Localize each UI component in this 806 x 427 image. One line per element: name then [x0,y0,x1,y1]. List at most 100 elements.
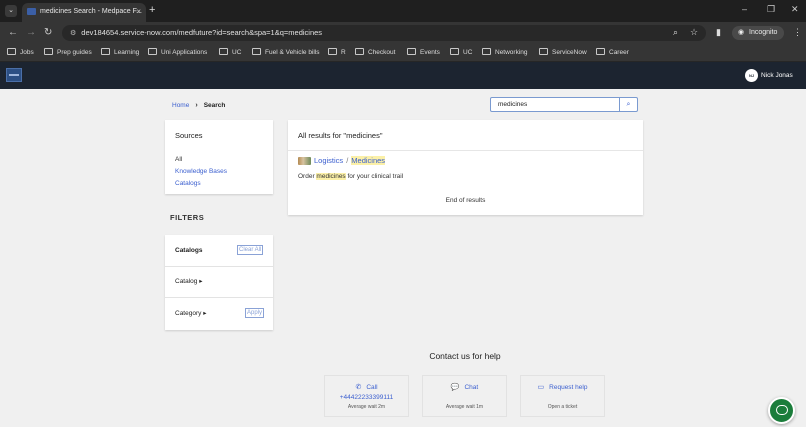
forward-arrow-icon[interactable]: → [26,26,36,39]
source-item-catalogs[interactable]: Catalogs [175,179,201,188]
bookmarks-bar: Jobs Prep guides Learning Uni Applicatio… [0,44,806,62]
bookmark-folder[interactable]: Checkout [355,47,395,59]
source-item-knowledge-bases[interactable]: Knowledge Bases [175,167,227,176]
avatar[interactable]: NJ [745,69,758,82]
request-help-subtitle: Open a ticket [547,404,578,410]
bookmark-folder[interactable]: Events [407,47,440,59]
chat-icon [776,405,788,415]
contact-request-card[interactable]: ▭ Request help Open a ticket [520,375,605,417]
folder-icon [252,48,261,55]
minimize-icon[interactable]: – [742,3,747,15]
bookmark-folder[interactable]: UC [450,47,472,59]
filters-panel: Catalogs Clear All Catalog ▸ Category ▸ … [165,235,273,330]
address-bar[interactable]: ⚙ dev184654.service-now.com/medfuture?id=… [62,25,706,41]
zoom-search-icon[interactable]: ⌕ [673,26,678,39]
divider [165,266,273,267]
source-item-all[interactable]: All [175,155,182,164]
contact-chat-card[interactable]: 💬 Chat Average wait 1m [422,375,507,417]
tab-search-menu-button[interactable]: ⌄ [5,5,17,17]
search-icon: ⌕ [626,101,631,108]
bookmark-folder[interactable]: Prep guides [44,47,92,59]
folder-icon [219,48,228,55]
catalog-filter-toggle[interactable]: Catalog ▸ [175,277,202,286]
tab-close-icon[interactable]: × [136,3,141,20]
tab-title: medicines Search - Medpace F... [40,8,142,15]
result-description: Order medicines for your clinical trail [298,173,404,180]
sources-panel: Sources All Knowledge Bases Catalogs [165,120,273,194]
folder-icon [7,48,16,55]
search-box: ⌕ [490,97,638,112]
browser-menu-icon[interactable]: ⋮ [793,26,802,39]
breadcrumb-current: Search [203,102,226,109]
bookmark-folder[interactable]: Networking [482,47,528,59]
incognito-label: Incognito [749,29,778,36]
end-of-results: End of results [445,197,486,204]
call-link[interactable]: ✆ Call [325,383,408,392]
bookmark-folder[interactable]: Career [596,47,629,59]
caret-right-icon: ▸ [203,310,207,317]
bookmark-folder[interactable]: ServiceNow [539,47,587,59]
browser-tab-active[interactable]: medicines Search - Medpace F... × [22,3,146,22]
bookmark-folder[interactable]: UC [219,47,241,59]
incognito-icon: ◉ [738,29,745,36]
window-close-icon[interactable]: ✕ [791,3,799,15]
result-path-link[interactable]: Logistics [314,156,343,165]
results-heading: All results for "medicines" [298,131,383,140]
filters-title: FILTERS [170,213,205,222]
apply-button[interactable]: Apply [245,308,265,318]
reload-icon[interactable]: ↻ [44,26,52,39]
bookmark-folder[interactable]: Uni Applications [148,47,207,59]
breadcrumb-home-link[interactable]: Home [172,102,189,109]
search-button[interactable]: ⌕ [619,98,637,111]
side-panel-icon[interactable]: ▮ [716,26,721,39]
company-logo[interactable] [6,68,22,82]
chevron-right-icon: › [195,102,198,109]
call-wait-time: Average wait 2m [347,404,386,410]
browser-tab-bar: ⌄ medicines Search - Medpace F... × + – … [0,0,806,22]
bookmark-star-icon[interactable]: ☆ [690,26,698,39]
bookmark-folder[interactable]: R [328,47,346,59]
caret-right-icon: ▸ [199,278,203,285]
contact-call-card[interactable]: ✆ Call +44422233399111 Average wait 2m [324,375,409,417]
result-title-line: Logistics / Medicines [314,156,386,166]
chat-floating-button[interactable] [768,397,795,424]
catalogs-filter-label: Catalogs [175,247,203,254]
folder-icon [482,48,491,55]
divider [288,150,643,151]
result-title-link[interactable]: Medicines [351,156,386,165]
phone-icon: ✆ [355,384,362,391]
chat-bubble-icon: 💬 [450,384,460,391]
site-settings-icon[interactable]: ⚙ [70,30,76,37]
result-highlight: medicines [316,173,346,180]
bookmark-folder[interactable]: Jobs [7,47,34,59]
back-arrow-icon[interactable]: ← [8,26,18,39]
request-help-link[interactable]: ▭ Request help [521,383,604,392]
portal-header: NJ Nick Jonas [0,62,806,89]
chat-wait-time: Average wait 1m [445,404,484,410]
user-name[interactable]: Nick Jonas [761,69,793,82]
clear-all-button[interactable]: Clear All [237,245,264,255]
incognito-indicator[interactable]: ◉ Incognito [732,26,784,40]
category-filter-toggle[interactable]: Category ▸ [175,309,206,318]
result-thumbnail [298,157,311,165]
address-url: dev184654.service-now.com/medfuture?id=s… [81,28,323,37]
chat-link[interactable]: 💬 Chat [423,383,506,392]
site-favicon-icon [27,8,36,15]
folder-icon [407,48,416,55]
folder-icon [101,48,110,55]
bookmark-folder[interactable]: Learning [101,47,139,59]
folder-icon [596,48,605,55]
search-input[interactable] [491,98,619,111]
restore-icon[interactable]: ❐ [767,3,775,15]
divider [165,297,273,298]
folder-icon [539,48,548,55]
results-panel: All results for "medicines" Logistics / Me… [288,120,643,215]
folder-icon [355,48,364,55]
breadcrumb: Home › Search [172,101,225,110]
folder-icon [450,48,459,55]
bookmark-folder[interactable]: Fuel & Vehicle bills [252,47,320,59]
call-number[interactable]: +44422233399111 [325,393,408,402]
folder-icon [148,48,157,55]
new-tab-button[interactable]: + [149,3,155,17]
sources-title: Sources [175,131,203,140]
